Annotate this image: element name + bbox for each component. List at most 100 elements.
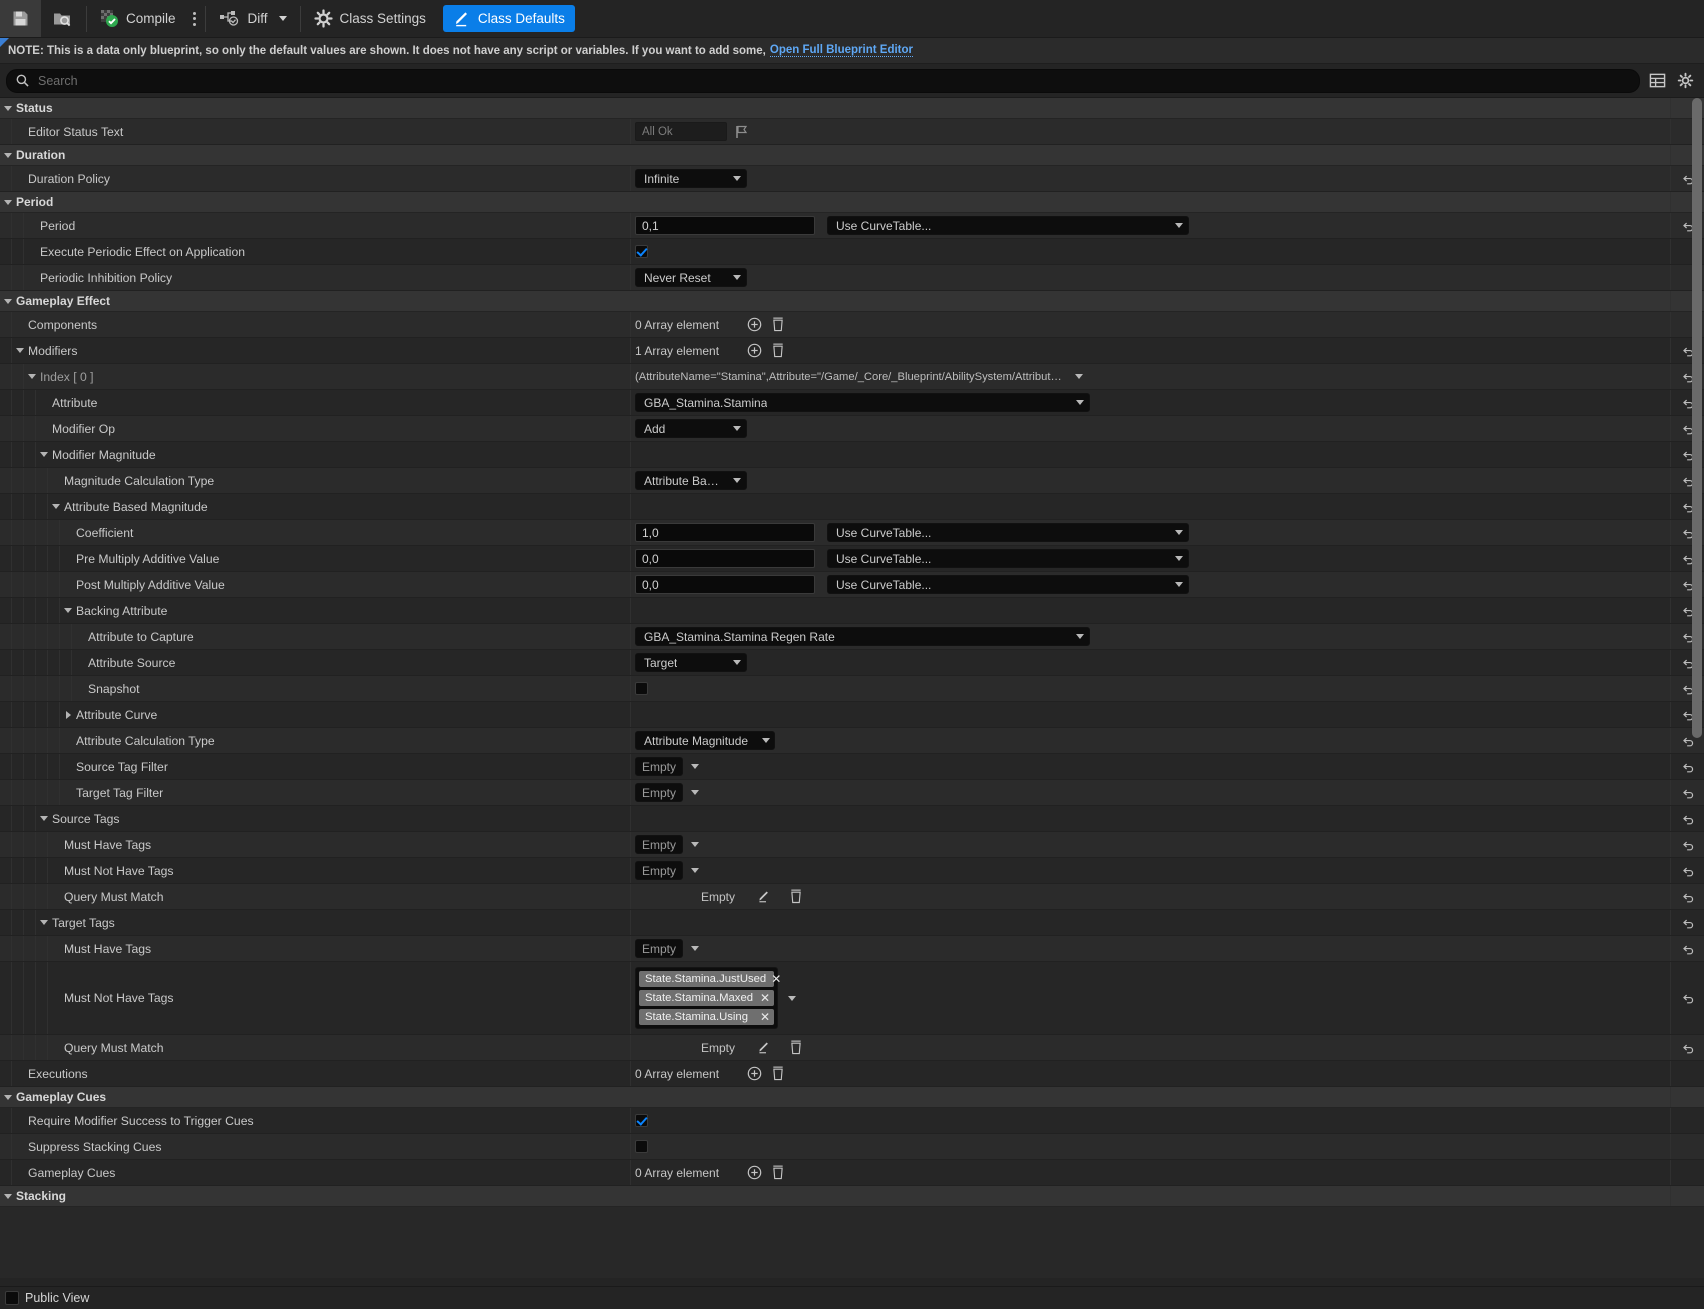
public-view-checkbox[interactable] <box>5 1291 19 1305</box>
property-row[interactable]: Duration Policy Infinite <box>0 166 1704 192</box>
search-input[interactable] <box>36 72 1630 89</box>
property-row[interactable]: Attribute GBA_Stamina.Stamina <box>0 390 1704 416</box>
dropdown-attribute[interactable]: GBA_Stamina.Stamina <box>635 393 1090 412</box>
gameplay-tag-container-must-have-tags[interactable]: Empty <box>635 939 683 958</box>
save-button[interactable] <box>0 0 41 37</box>
property-row[interactable]: Execute Periodic Effect on Application <box>0 239 1704 265</box>
property-row[interactable]: Must Not Have Tags State.Stamina.JustUsed… <box>0 962 1704 1035</box>
checkbox-require-modifier-success-to-trigger-cues[interactable] <box>635 1114 648 1127</box>
property-row[interactable]: Periodic Inhibition Policy Never Reset <box>0 265 1704 291</box>
numeric-input-post-multiply-additive-value[interactable]: 0,0 <box>635 575 815 594</box>
remove-tag-icon[interactable]: ✕ <box>760 992 770 1004</box>
clear-query-button[interactable] <box>787 888 805 906</box>
property-row[interactable]: Suppress Stacking Cues <box>0 1134 1704 1160</box>
gameplay-tag-chip[interactable]: State.Stamina.JustUsed ✕ <box>639 971 781 987</box>
clear-query-button[interactable] <box>787 1039 805 1057</box>
vertical-scrollbar[interactable] <box>1692 98 1702 1278</box>
expander-twisty[interactable] <box>36 920 52 925</box>
column-layout-button[interactable] <box>1648 72 1666 90</box>
chevron-down-icon[interactable] <box>691 946 699 951</box>
gameplay-tag-container-source-tag-filter[interactable]: Empty <box>635 757 683 776</box>
property-row[interactable]: Modifiers 1 Array element <box>0 338 1704 364</box>
class-settings-button[interactable]: Class Settings <box>303 0 437 37</box>
curve-table-dropdown[interactable]: Use CurveTable... <box>827 549 1189 568</box>
property-row[interactable]: Gameplay Cues 0 Array element <box>0 1160 1704 1186</box>
property-category-row[interactable]: Status <box>0 98 1704 119</box>
gameplay-tag-chip[interactable]: State.Stamina.Using ✕ <box>639 1009 774 1025</box>
class-defaults-button[interactable]: Class Defaults <box>442 5 575 32</box>
expander-twisty[interactable] <box>0 105 16 111</box>
compile-button[interactable]: Compile <box>89 0 187 37</box>
property-category-row[interactable]: Gameplay Effect <box>0 291 1704 312</box>
dropdown-periodic-inhibition-policy[interactable]: Never Reset <box>635 268 747 287</box>
dropdown-modifier-op[interactable]: Add <box>635 419 747 438</box>
expander-twisty[interactable] <box>0 298 16 304</box>
chevron-down-icon[interactable] <box>691 868 699 873</box>
property-row[interactable]: Attribute Based Magnitude <box>0 494 1704 520</box>
property-row[interactable]: Post Multiply Additive Value 0,0 Use Curve… <box>0 572 1704 598</box>
checkbox-suppress-stacking-cues[interactable] <box>635 1140 648 1153</box>
property-row[interactable]: Pre Multiply Additive Value 0,0 Use CurveT… <box>0 546 1704 572</box>
chevron-down-icon[interactable] <box>788 995 796 1001</box>
property-row[interactable]: Modifier Op Add <box>0 416 1704 442</box>
property-row[interactable]: Must Have Tags Empty <box>0 936 1704 962</box>
property-row[interactable]: Editor Status Text All Ok <box>0 119 1704 145</box>
property-row[interactable]: Source Tag Filter Empty <box>0 754 1704 780</box>
open-full-blueprint-editor-link[interactable]: Open Full Blueprint Editor <box>769 44 913 57</box>
add-element-button[interactable] <box>745 342 763 360</box>
property-row[interactable]: Index [ 0 ] (AttributeName="Stamina",Attr… <box>0 364 1704 390</box>
property-row[interactable]: Snapshot <box>0 676 1704 702</box>
expander-twisty[interactable] <box>0 199 16 205</box>
diff-button[interactable]: Diff <box>208 0 298 37</box>
property-row[interactable]: Query Must Match Empty <box>0 884 1704 910</box>
gameplay-tag-container-must-have-tags[interactable]: Empty <box>635 835 683 854</box>
expander-twisty[interactable] <box>60 608 76 613</box>
property-category-row[interactable]: Gameplay Cues <box>0 1087 1704 1108</box>
clear-array-button[interactable] <box>769 1065 787 1083</box>
dropdown-attribute-calculation-type[interactable]: Attribute Magnitude <box>635 731 776 750</box>
numeric-input-pre-multiply-additive-value[interactable]: 0,0 <box>635 549 815 568</box>
curve-table-dropdown[interactable]: Use CurveTable... <box>827 575 1189 594</box>
gameplay-tag-container-target-tag-filter[interactable]: Empty <box>635 783 683 802</box>
property-row[interactable]: Period 0,1 Use CurveTable... <box>0 213 1704 239</box>
remove-tag-icon[interactable]: ✕ <box>771 973 781 985</box>
property-row[interactable]: Attribute Calculation Type Attribute Magn… <box>0 728 1704 754</box>
edit-query-button[interactable] <box>755 1039 773 1057</box>
property-category-row[interactable]: Period <box>0 192 1704 213</box>
curve-table-dropdown[interactable]: Use CurveTable... <box>827 216 1189 235</box>
property-row[interactable]: Attribute to Capture GBA_Stamina.Stamina … <box>0 624 1704 650</box>
property-row[interactable]: Query Must Match Empty <box>0 1035 1704 1061</box>
expander-twisty[interactable] <box>0 1094 16 1100</box>
details-property-tree[interactable]: Status Editor Status Text All Ok Duration Du… <box>0 98 1704 1278</box>
flag-icon[interactable] <box>733 123 751 141</box>
compile-options-button[interactable] <box>187 0 203 37</box>
add-element-button[interactable] <box>745 316 763 334</box>
property-row[interactable]: Source Tags <box>0 806 1704 832</box>
chevron-down-icon[interactable] <box>691 842 699 847</box>
numeric-input-coefficient[interactable]: 1,0 <box>635 523 815 542</box>
checkbox-execute-periodic-effect-on-application[interactable] <box>635 245 648 258</box>
chevron-down-icon[interactable] <box>691 764 699 769</box>
add-element-button[interactable] <box>745 1164 763 1182</box>
dropdown-duration-policy[interactable]: Infinite <box>635 169 747 188</box>
property-row[interactable]: Modifier Magnitude <box>0 442 1704 468</box>
expander-twisty[interactable] <box>36 452 52 457</box>
property-category-row[interactable]: Duration <box>0 145 1704 166</box>
dropdown-magnitude-calculation-type[interactable]: Attribute Based <box>635 471 747 490</box>
expander-twisty[interactable] <box>12 348 28 353</box>
numeric-input-period[interactable]: 0,1 <box>635 216 815 235</box>
clear-array-button[interactable] <box>769 1164 787 1182</box>
property-row[interactable]: Attribute Curve <box>0 702 1704 728</box>
property-row[interactable]: Components 0 Array element <box>0 312 1704 338</box>
expander-twisty[interactable] <box>0 152 16 158</box>
expander-twisty[interactable] <box>0 1193 16 1199</box>
property-row[interactable]: Magnitude Calculation Type Attribute Base… <box>0 468 1704 494</box>
browse-button[interactable] <box>41 0 84 37</box>
property-row[interactable]: Require Modifier Success to Trigger Cues <box>0 1108 1704 1134</box>
property-row[interactable]: Must Have Tags Empty <box>0 832 1704 858</box>
edit-query-button[interactable] <box>755 888 773 906</box>
property-row[interactable]: Coefficient 1,0 Use CurveTable... <box>0 520 1704 546</box>
dropdown-attribute-to-capture[interactable]: GBA_Stamina.Stamina Regen Rate <box>635 627 1090 646</box>
chevron-down-icon[interactable] <box>691 790 699 795</box>
checkbox-snapshot[interactable] <box>635 682 648 695</box>
